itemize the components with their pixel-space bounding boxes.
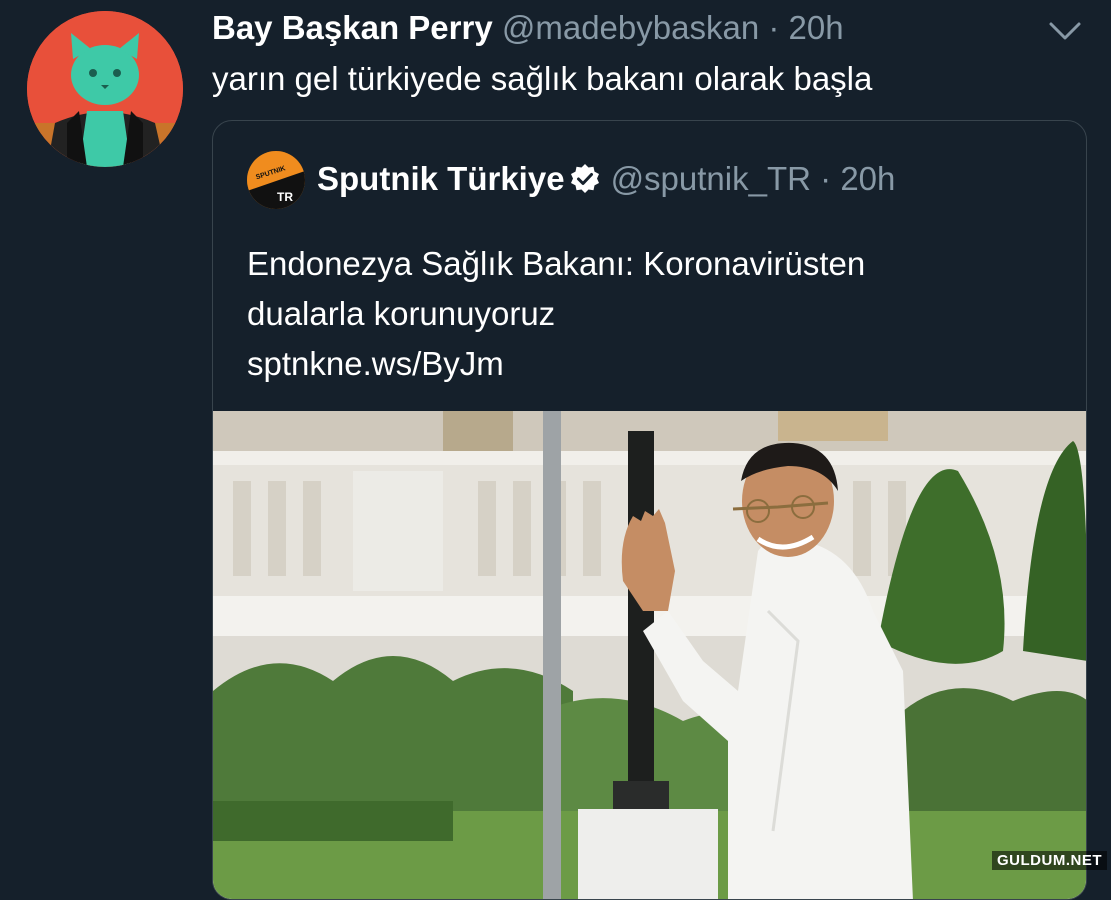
quoted-time[interactable]: 20h	[840, 160, 895, 197]
user-avatar[interactable]	[27, 11, 183, 167]
quoted-text-line: Endonezya Sağlık Bakanı: Koronavirüsten	[247, 245, 866, 282]
separator-dot: ·	[768, 9, 780, 46]
quoted-link[interactable]: sptnkne.ws/ByJm	[247, 339, 1047, 389]
user-handle[interactable]: @madebybaskan	[502, 9, 759, 46]
cat-avatar-icon	[27, 11, 183, 167]
svg-text:TR: TR	[277, 190, 293, 204]
quoted-tweet-card[interactable]: SPUTNIK TR Sputnik Türkiye @sputnik_TR ·…	[212, 120, 1087, 900]
quoted-handle[interactable]: @sputnik_TR	[611, 160, 811, 197]
quoted-text-line: dualarla korunuyoruz	[247, 295, 556, 332]
tweet-text: yarın gel türkiyede sağlık bakanı olarak…	[212, 60, 873, 97]
quoted-avatar[interactable]: SPUTNIK TR	[247, 151, 305, 209]
tweet-header: Bay Başkan Perry @madebybaskan · 20h	[212, 8, 844, 48]
news-photo-illustration	[213, 411, 1086, 899]
quoted-tweet-text: Endonezya Sağlık Bakanı: Koronavirüsten …	[247, 239, 1047, 389]
quoted-display-name[interactable]: Sputnik Türkiye	[317, 160, 565, 197]
display-name[interactable]: Bay Başkan Perry	[212, 9, 493, 46]
news-photo[interactable]	[213, 411, 1086, 899]
verified-badge-icon	[570, 164, 599, 193]
chevron-down-icon[interactable]	[1046, 16, 1084, 46]
quoted-tweet-header: Sputnik Türkiye @sputnik_TR · 20h	[317, 159, 895, 199]
quoted-separator-dot: ·	[820, 160, 832, 197]
watermark: GULDUM.NET	[992, 851, 1107, 870]
tweet-time[interactable]: 20h	[789, 9, 844, 46]
sputnik-logo-icon: SPUTNIK TR	[247, 151, 305, 209]
